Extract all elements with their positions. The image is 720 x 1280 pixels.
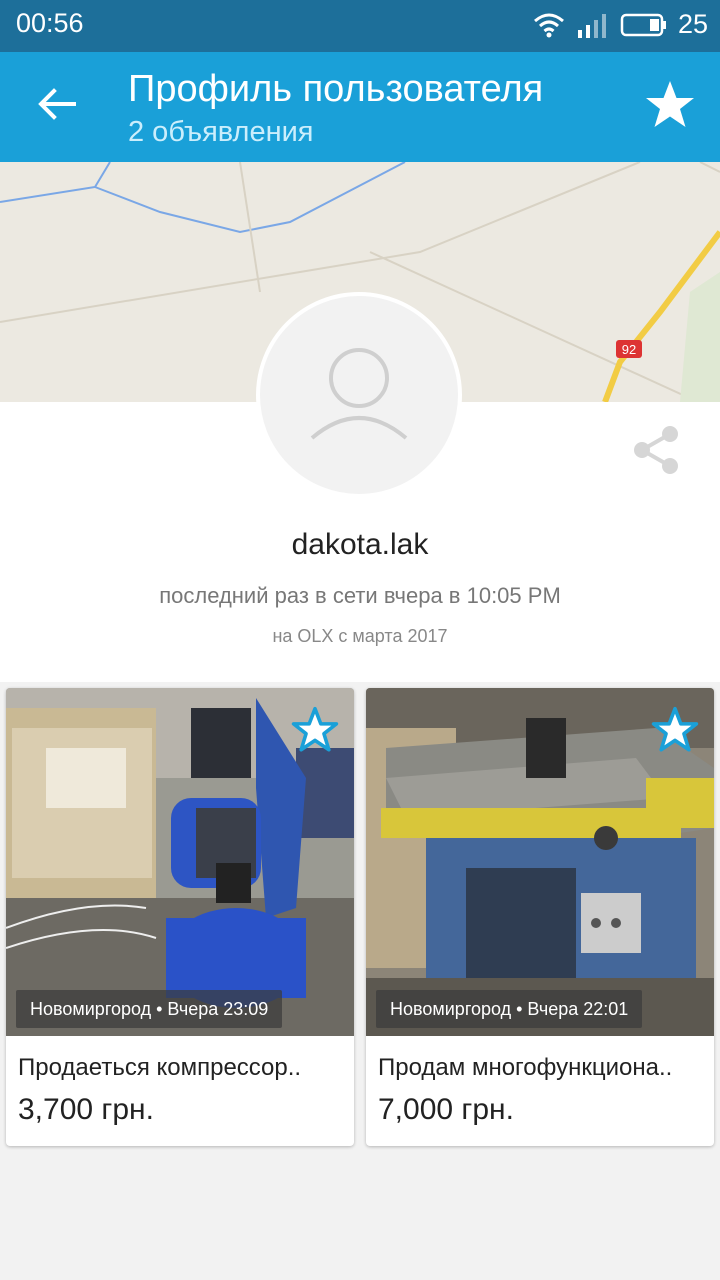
- arrow-left-icon[interactable]: [34, 82, 78, 126]
- user-placeholder-icon: [310, 348, 408, 440]
- listing-card[interactable]: Новомиргород • Вчера 23:09 Продаеться ко…: [6, 688, 354, 1146]
- page-subtitle: 2 объявления: [128, 116, 314, 148]
- favorite-star-icon[interactable]: [290, 706, 340, 756]
- battery-icon: [620, 13, 666, 36]
- username: dakota.lak: [291, 528, 429, 561]
- member-since-text: на OLX с марта 2017: [272, 626, 448, 646]
- wifi-icon: [533, 13, 564, 37]
- listing-title: Продаеться компрессор..: [18, 1054, 302, 1081]
- favorite-star-icon[interactable]: [650, 706, 700, 756]
- listing-location-time: Новомиргород • Вчера 22:01: [376, 990, 643, 1028]
- share-icon[interactable]: [632, 424, 682, 476]
- listing-price: 3,700 грн.: [18, 1093, 154, 1126]
- listing-location-time: Новомиргород • Вчера 23:09: [16, 990, 283, 1028]
- battery-level: 25: [677, 9, 708, 39]
- last-seen-text: последний раз в сети вчера в 10:05 PM: [159, 583, 561, 608]
- road-label: 92: [622, 342, 636, 357]
- app-bar: Профиль пользователя 2 объявления: [0, 52, 720, 162]
- listing-price: 7,000 грн.: [378, 1093, 514, 1126]
- listing-card[interactable]: Новомиргород • Вчера 22:01 Продам многоф…: [366, 688, 714, 1146]
- avatar: [256, 292, 462, 498]
- signal-icon: [577, 13, 606, 38]
- listing-title: Продам многофункциона..: [378, 1054, 673, 1081]
- star-icon[interactable]: [642, 78, 698, 134]
- status-bar: 00:56 25: [0, 0, 720, 52]
- status-time: 00:56: [16, 8, 84, 38]
- page-title: Профиль пользователя: [128, 68, 544, 110]
